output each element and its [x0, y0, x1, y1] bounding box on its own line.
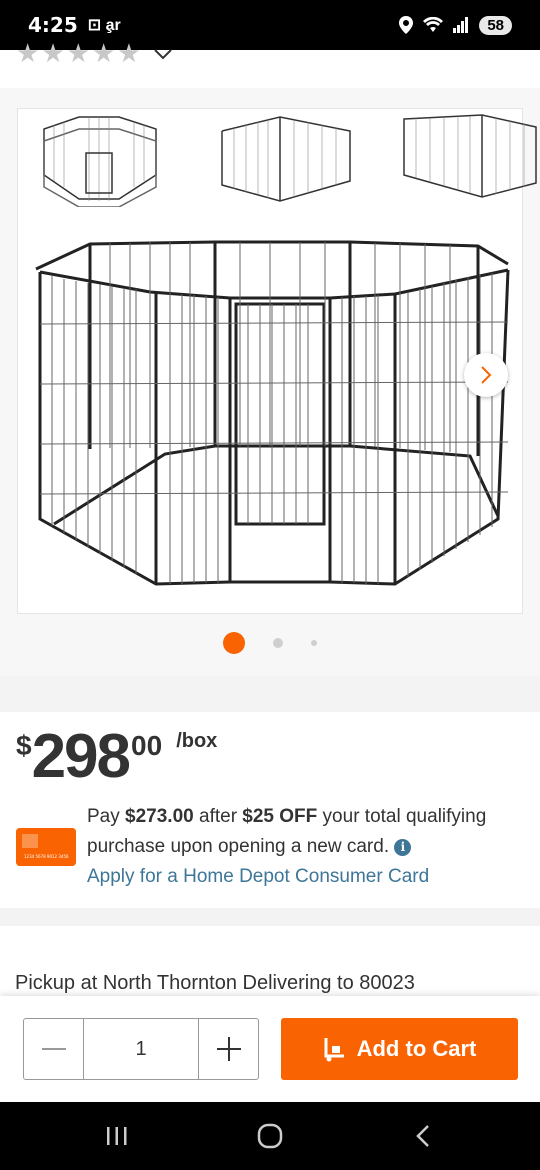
status-left-icons: ⊡ a̧r: [87, 17, 121, 34]
promo-prefix: Pay: [87, 806, 126, 827]
recents-icon: [106, 1127, 127, 1145]
quantity-stepper: 1: [23, 1018, 259, 1080]
chevron-down-icon[interactable]: [153, 44, 173, 64]
card-number-text: 1234 5678 9012 3456: [24, 854, 69, 859]
star-icon: ★: [91, 39, 116, 69]
credit-card-image: 1234 5678 9012 3456: [16, 828, 76, 866]
apply-card-link[interactable]: Apply for a Home Depot Consumer Card: [87, 866, 429, 887]
location-icon: [399, 16, 414, 34]
thumbnail-octagon-pen[interactable]: [24, 111, 174, 207]
price-currency: $: [16, 730, 32, 761]
minus-icon: [41, 1048, 66, 1050]
main-product-image[interactable]: [30, 234, 512, 594]
status-right-icons: 58: [399, 15, 512, 35]
chevron-right-icon: [481, 366, 492, 384]
status-time: 4:25: [28, 13, 78, 37]
signal-icon: [453, 17, 469, 33]
thumbnail-rectangle-pen[interactable]: [396, 111, 540, 207]
increase-quantity-button[interactable]: [198, 1019, 258, 1079]
pagination-dot[interactable]: [273, 638, 283, 648]
add-to-cart-button[interactable]: Add to Cart: [281, 1018, 518, 1080]
rating-row[interactable]: ★ ★ ★ ★ ★: [16, 40, 173, 68]
system-navigation-bar: [0, 1102, 540, 1170]
promo-discount: $25 OFF: [242, 806, 318, 827]
thumbnail-corner-pen[interactable]: [210, 111, 360, 207]
gallery-pagination: [0, 632, 540, 654]
recents-button[interactable]: [97, 1116, 137, 1156]
pagination-dot[interactable]: [311, 640, 317, 646]
add-to-cart-bar: 1 Add to Cart: [0, 996, 540, 1102]
plus-icon: [216, 1037, 241, 1061]
info-icon[interactable]: i: [394, 839, 412, 856]
section-divider: [0, 676, 540, 712]
promo-after-price: $273.00: [125, 806, 194, 827]
star-icon: ★: [16, 39, 40, 69]
back-button[interactable]: [403, 1116, 443, 1156]
section-divider: [0, 908, 540, 926]
fulfillment-text[interactable]: Pickup at North Thornton Delivering to 8…: [15, 972, 415, 995]
product-image-gallery[interactable]: [17, 108, 537, 614]
add-to-cart-label: Add to Cart: [356, 1036, 477, 1061]
price-cents: 00: [131, 730, 163, 761]
next-image-button[interactable]: [464, 353, 508, 397]
star-icon: ★: [117, 39, 141, 69]
cart-dolly-icon: [324, 1038, 344, 1062]
price-unit: /box: [176, 730, 218, 752]
price-whole: 298: [31, 722, 131, 791]
wifi-icon: [423, 17, 444, 32]
star-icon: ★: [66, 39, 90, 69]
promo-after-text: after: [193, 806, 243, 827]
quantity-input[interactable]: 1: [84, 1019, 198, 1079]
price: $ 298 00 /box: [16, 724, 217, 790]
battery-indicator: 58: [479, 15, 512, 35]
home-button[interactable]: [250, 1116, 290, 1156]
decrease-quantity-button[interactable]: [24, 1019, 84, 1079]
home-icon: [257, 1123, 283, 1149]
promo-text: Pay $273.00 after $25 OFF your total qua…: [87, 802, 517, 892]
star-icon: ★: [41, 39, 65, 69]
back-icon: [416, 1125, 430, 1147]
pagination-dot-active[interactable]: [223, 632, 245, 654]
